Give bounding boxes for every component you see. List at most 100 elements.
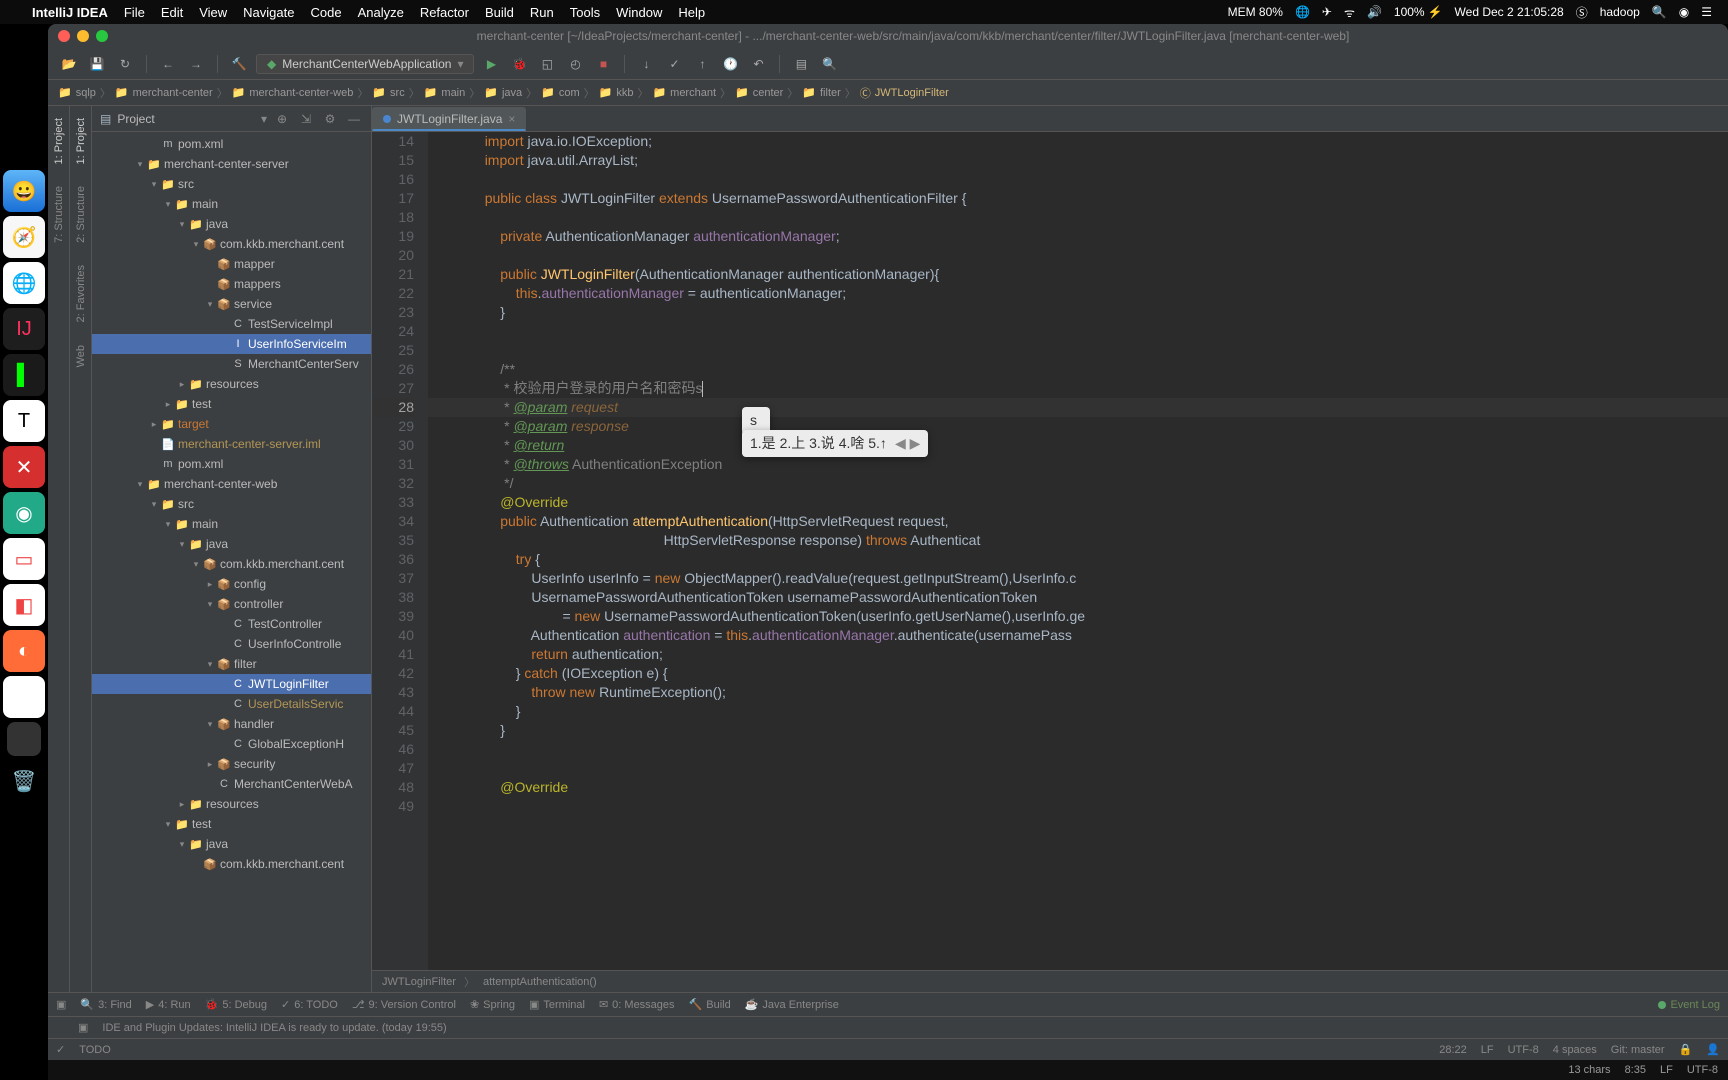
status-inspect-icon[interactable]: 👤 [1706,1043,1720,1056]
status-line-sep[interactable]: LF [1481,1044,1494,1056]
tree-item[interactable]: ▾📁merchant-center-server [92,154,371,174]
tree-item[interactable]: mpom.xml [92,134,371,154]
tool-project-2[interactable]: 1: Project [75,112,87,170]
tree-item[interactable]: 📦mappers [92,274,371,294]
tree-item[interactable]: IUserInfoServiceIm [92,334,371,354]
tree-item[interactable]: ▾📦service [92,294,371,314]
vcs-history-button[interactable]: 🕐 [719,53,741,75]
structure-button[interactable]: ▤ [790,53,812,75]
tool-jee[interactable]: ☕ Java Enterprise [745,998,839,1011]
app-name[interactable]: IntelliJ IDEA [32,5,108,20]
menu-refactor[interactable]: Refactor [420,5,469,20]
event-log[interactable]: Event Log [1658,999,1720,1011]
tree-item[interactable]: ▾📁test [92,814,371,834]
close-tab-icon[interactable]: × [508,112,515,126]
run-button[interactable]: ▶ [480,53,502,75]
tree-item[interactable]: CTestController [92,614,371,634]
bc-item-current[interactable]: Ⓒ JWTLoginFilter [860,85,949,101]
menu-tools[interactable]: Tools [570,5,600,20]
status-battery[interactable]: 100% ⚡ [1394,5,1443,19]
tree-item[interactable]: ▸📁resources [92,794,371,814]
tool-structure[interactable]: 7: Structure [53,180,65,249]
dock-textedit[interactable]: T [3,400,45,442]
dock-app-red[interactable]: ✕ [3,446,45,488]
tool-web[interactable]: Web [75,339,87,373]
vcs-rollback-button[interactable]: ↶ [747,53,769,75]
dock-trash[interactable]: 🗑️ [3,760,45,802]
tree-item[interactable]: ▸📦security [92,754,371,774]
bc-item[interactable]: 📁 merchant [652,86,716,99]
status-user[interactable]: hadoop [1600,5,1640,19]
bc-item[interactable]: 📁 java [484,86,522,99]
tool-window-icon[interactable]: ▣ [56,998,66,1011]
titlebar[interactable]: merchant-center [~/IdeaProjects/merchant… [48,24,1728,48]
status-todo-icon[interactable]: ✓ [56,1043,65,1056]
bc-item[interactable]: 📁 main [424,86,466,99]
tree-item[interactable]: SMerchantCenterServ [92,354,371,374]
tree-item[interactable]: ▾📁java [92,534,371,554]
dock-terminal[interactable]: ▌ [3,354,45,396]
tree-item[interactable]: ▾📁src [92,494,371,514]
tree-item[interactable]: ▾📦handler [92,714,371,734]
tool-terminal[interactable]: ▣ Terminal [529,998,585,1011]
status-send-icon[interactable]: ✈︎ [1322,5,1332,19]
dock-postman[interactable]: ◐ [3,630,45,672]
locate-icon[interactable]: ⊕ [273,110,291,128]
status-s-icon[interactable]: Ⓢ [1576,4,1588,21]
status-datetime[interactable]: Wed Dec 2 21:05:28 [1455,5,1564,19]
dock-safari[interactable]: 🧭 [3,216,45,258]
tree-item[interactable]: CTestServiceImpl [92,314,371,334]
tree-item[interactable]: ▾📁java [92,214,371,234]
save-button[interactable]: 💾 [86,53,108,75]
ime-candidates[interactable]: 1.是 2.上 3.说 4.啥 5.↑ ◀ ▶ [742,430,928,457]
coverage-button[interactable]: ◱ [536,53,558,75]
status-siri-icon[interactable]: ◉ [1679,5,1689,19]
tool-messages[interactable]: ✉ 0: Messages [599,998,675,1011]
dock-calendar2[interactable]: ◧ [3,584,45,626]
minimize-button[interactable] [77,30,89,42]
ime-candidate-list[interactable]: 1.是 2.上 3.说 4.啥 5.↑ [750,434,887,453]
project-panel-title[interactable]: Project [117,112,255,126]
tool-vcs[interactable]: ⎇ 9: Version Control [352,998,456,1011]
tree-item[interactable]: ▾📁main [92,194,371,214]
forward-button[interactable]: → [185,53,207,75]
vcs-update-button[interactable]: ↓ [635,53,657,75]
status-indent[interactable]: 4 spaces [1553,1044,1597,1056]
tree-item[interactable]: ▸📁resources [92,374,371,394]
status-position[interactable]: 28:22 [1439,1044,1467,1056]
tool-project[interactable]: 1: Project [53,112,65,170]
settings-icon[interactable]: ⚙ [321,110,339,128]
tree-item[interactable]: ▾📦com.kkb.merchant.cent [92,234,371,254]
tool-build[interactable]: 🔨 Build [689,998,731,1011]
bc-item[interactable]: 📁 kkb [599,86,634,99]
code-editor[interactable]: 1415161718192021222324252627282930313233… [372,132,1728,970]
tool-structure-2[interactable]: 2: Structure [75,180,87,249]
bc-item[interactable]: 📁 sqlp [58,86,96,99]
vcs-push-button[interactable]: ↑ [691,53,713,75]
tool-debug[interactable]: 🐞 5: Debug [205,998,267,1011]
menu-navigate[interactable]: Navigate [243,5,294,20]
menu-file[interactable]: File [124,5,145,20]
menu-window[interactable]: Window [616,5,662,20]
tree-item[interactable]: mpom.xml [92,454,371,474]
menu-code[interactable]: Code [310,5,341,20]
tree-item[interactable]: 📦mapper [92,254,371,274]
method-bc-class[interactable]: JWTLoginFilter [382,976,456,988]
dock-finder[interactable]: 😀 [3,170,45,212]
code-area[interactable]: import java.io.IOException; import java.… [428,132,1728,970]
hide-icon[interactable]: — [345,110,363,128]
tree-item[interactable]: 📦com.kkb.merchant.cent [92,854,371,874]
tree-item[interactable]: ▾📦com.kkb.merchant.cent [92,554,371,574]
tree-item[interactable]: ▾📁merchant-center-web [92,474,371,494]
dock-app-green[interactable]: ◉ [3,492,45,534]
close-button[interactable] [58,30,70,42]
tool-find[interactable]: 🔍 3: Find [80,998,131,1011]
tool-run[interactable]: ▶ 4: Run [146,998,191,1011]
status-lock-icon[interactable]: 🔒 [1679,1043,1693,1056]
run-config-selector[interactable]: ◆ MerchantCenterWebApplication ▾ [256,54,474,74]
tree-item[interactable]: CUserDetailsServic [92,694,371,714]
vcs-commit-button[interactable]: ✓ [663,53,685,75]
search-everywhere-button[interactable]: 🔍 [818,53,840,75]
tree-item[interactable]: CMerchantCenterWebA [92,774,371,794]
notify-text[interactable]: IDE and Plugin Updates: IntelliJ IDEA is… [102,1022,446,1034]
